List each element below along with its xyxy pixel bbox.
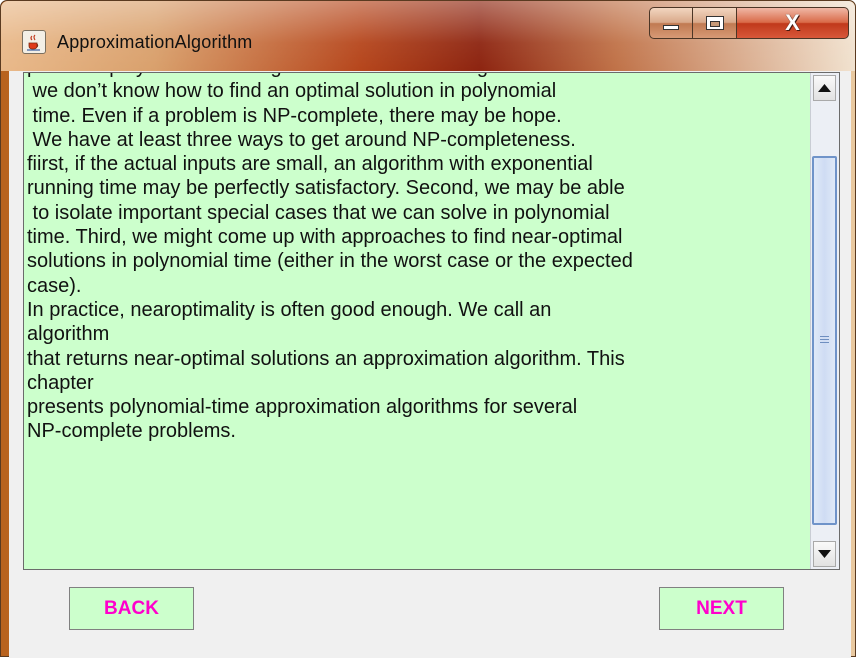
maximize-icon xyxy=(705,16,724,30)
maximize-button[interactable] xyxy=(693,7,737,39)
text-area-content: presents polynomial-time algorithms. The… xyxy=(24,73,812,444)
text-line: to isolate important special cases that … xyxy=(27,201,610,224)
text-line: solutions in polynomial time (either in … xyxy=(27,250,633,273)
text-line: we don’t know how to find an optimal sol… xyxy=(27,80,557,103)
scroll-grip-icon xyxy=(820,336,829,345)
close-button[interactable]: X xyxy=(737,7,849,39)
text-line: time. Even if a problem is NP-complete, … xyxy=(27,104,562,127)
text-line: fiirst, if the actual inputs are small, … xyxy=(27,153,593,176)
window-title: ApproximationAlgorithm xyxy=(57,32,253,52)
scroll-thumb[interactable] xyxy=(812,156,837,525)
vertical-scrollbar[interactable] xyxy=(810,73,839,569)
text-line: We have at least three ways to get aroun… xyxy=(27,128,576,151)
text-line: that returns near-optimal solutions an a… xyxy=(27,347,625,370)
text-line: presents polynomial-time algorithms. The… xyxy=(27,73,812,79)
minimize-button[interactable] xyxy=(649,7,693,39)
minimize-icon xyxy=(663,24,679,30)
scroll-down-arrow-icon xyxy=(818,550,831,558)
close-icon: X xyxy=(785,10,800,35)
java-coffee-cup-icon[interactable] xyxy=(22,30,46,54)
text-line: NP-complete problems. xyxy=(27,420,236,443)
scroll-down-button[interactable] xyxy=(813,541,836,567)
text-line: time. Third, we might come up with appro… xyxy=(27,226,623,249)
back-button[interactable]: BACK xyxy=(69,587,194,630)
text-area[interactable]: presents polynomial-time algorithms. The… xyxy=(23,72,840,570)
text-line: case). xyxy=(27,274,82,297)
text-line: chapter xyxy=(27,371,94,394)
scroll-up-arrow-icon xyxy=(818,84,831,92)
scroll-up-button[interactable] xyxy=(813,75,836,101)
text-line: presents polynomial-time approximation a… xyxy=(27,396,578,419)
text-line: In practice, nearoptimality is often goo… xyxy=(27,298,552,321)
app-window: ApproximationAlgorithm X presents polyno… xyxy=(0,0,856,658)
next-button[interactable]: NEXT xyxy=(659,587,784,630)
text-line: running time may be perfectly satisfacto… xyxy=(27,177,625,200)
content-pane: presents polynomial-time algorithms. The… xyxy=(9,71,851,658)
text-line: algorithm xyxy=(27,323,110,346)
title-bar[interactable]: ApproximationAlgorithm X xyxy=(1,1,855,71)
